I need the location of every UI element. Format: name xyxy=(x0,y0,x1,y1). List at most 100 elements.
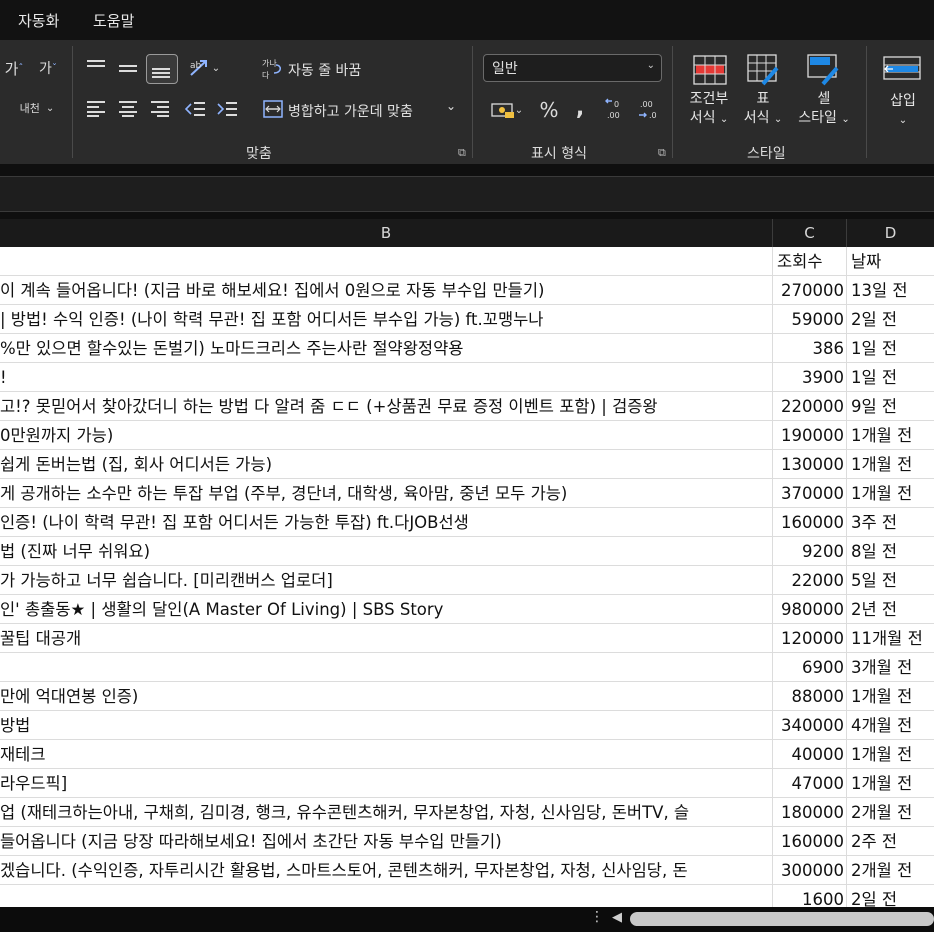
cell-b[interactable]: 가 가능하고 너무 쉽습니다. [미리캔버스 업로더] xyxy=(0,566,773,595)
cell-d[interactable]: 4개월 전 xyxy=(847,711,934,740)
cell-c[interactable]: 120000 xyxy=(773,624,847,653)
cell-b[interactable]: | 방법! 수익 인증! (나이 학력 무관! 집 포함 어디서든 부수입 가능… xyxy=(0,305,773,334)
menu-help[interactable]: 도움말 xyxy=(93,10,134,31)
formula-bar[interactable] xyxy=(0,176,934,212)
cell-d[interactable]: 1개월 전 xyxy=(847,682,934,711)
cell-b[interactable]: 방법 xyxy=(0,711,773,740)
cell-c[interactable]: 3900 xyxy=(773,363,847,392)
cell-b[interactable]: 고!? 못믿어서 찾아갔더니 하는 방법 다 알려 줌 ㄷㄷ (+상품권 무료 … xyxy=(0,392,773,421)
increase-decimal-icon[interactable]: 0.00 xyxy=(603,96,631,122)
cell-d[interactable]: 2개월 전 xyxy=(847,856,934,885)
orientation-icon[interactable]: ab ⌄ xyxy=(184,56,224,80)
cell-c[interactable]: 1600 xyxy=(773,885,847,907)
cell-b[interactable]: ! xyxy=(0,363,773,392)
cell-b[interactable]: 들어옵니다 (지금 당장 따라해보세요! 집에서 초간단 자동 부수입 만들기) xyxy=(0,827,773,856)
decrease-decimal-icon[interactable]: .00.0 xyxy=(635,96,663,122)
font-shrink-button[interactable]: 가ˇ xyxy=(36,58,60,78)
cell-c[interactable]: 9200 xyxy=(773,537,847,566)
cell-c[interactable]: 300000 xyxy=(773,856,847,885)
cell-d[interactable]: 3개월 전 xyxy=(847,653,934,682)
cell-b[interactable]: 업 (재테크하는아내, 구채희, 김미경, 행크, 유수콘텐츠해커, 무자본창업… xyxy=(0,798,773,827)
accounting-format-icon[interactable]: ⌄ xyxy=(486,98,528,122)
cell-b[interactable]: 이 계속 들어옵니다! (지금 바로 해보세요! 집에서 0원으로 자동 부수입… xyxy=(0,276,773,305)
cell-styles-button[interactable]: 셀 스타일 ⌄ xyxy=(793,90,855,129)
align-top-icon[interactable] xyxy=(85,56,107,78)
cell-d[interactable]: 2년 전 xyxy=(847,595,934,624)
cell-d[interactable]: 8일 전 xyxy=(847,537,934,566)
cell-c[interactable]: 59000 xyxy=(773,305,847,334)
cell-d[interactable]: 1일 전 xyxy=(847,363,934,392)
scroll-left-icon[interactable]: ◀ xyxy=(612,910,622,925)
merge-center-button[interactable]: 병합하고 가운데 맞춤 xyxy=(288,101,413,121)
cell-c[interactable]: 180000 xyxy=(773,798,847,827)
cell-c[interactable]: 130000 xyxy=(773,450,847,479)
cell-b[interactable]: 꿀팁 대공개 xyxy=(0,624,773,653)
align-left-icon[interactable] xyxy=(85,98,107,120)
cell-c[interactable]: 6900 xyxy=(773,653,847,682)
cell-c[interactable]: 160000 xyxy=(773,508,847,537)
merge-dropdown-icon[interactable]: ⌄ xyxy=(446,99,456,113)
font-grow-button[interactable]: 가ˆ xyxy=(2,58,26,78)
cell-b[interactable]: %만 있으면 할수있는 돈벌기) 노마드크리스 주는사란 절약왕정약용 xyxy=(0,334,773,363)
ruby-button[interactable]: 내천 ⌄ xyxy=(14,96,60,120)
cell-b[interactable] xyxy=(0,247,773,276)
cell-d[interactable]: 9일 전 xyxy=(847,392,934,421)
cell-c[interactable]: 88000 xyxy=(773,682,847,711)
cell-d[interactable]: 1일 전 xyxy=(847,334,934,363)
more-options-icon[interactable]: ⋮ xyxy=(590,909,604,925)
cell-c[interactable]: 47000 xyxy=(773,769,847,798)
percent-style-button[interactable]: % xyxy=(536,98,562,122)
align-right-icon[interactable] xyxy=(149,98,171,120)
cell-d[interactable]: 2일 전 xyxy=(847,305,934,334)
cell-c[interactable]: 386 xyxy=(773,334,847,363)
cell-d[interactable]: 1개월 전 xyxy=(847,479,934,508)
cell-d[interactable]: 2주 전 xyxy=(847,827,934,856)
cell-c[interactable]: 340000 xyxy=(773,711,847,740)
cell-d[interactable]: 1개월 전 xyxy=(847,769,934,798)
cell-c[interactable]: 160000 xyxy=(773,827,847,856)
cell-b[interactable]: 법 (진짜 너무 쉬워요) xyxy=(0,537,773,566)
insert-cells-button[interactable]: 삽입 ⌄ xyxy=(880,92,926,130)
cell-b[interactable]: 게 공개하는 소수만 하는 투잡 부업 (주부, 경단녀, 대학생, 육아맘, … xyxy=(0,479,773,508)
comma-style-button[interactable]: , xyxy=(570,96,590,121)
cell-d[interactable]: 5일 전 xyxy=(847,566,934,595)
wrap-text-button[interactable]: 자동 줄 바꿈 xyxy=(288,60,361,80)
cell-d[interactable]: 13일 전 xyxy=(847,276,934,305)
cell-b[interactable]: 인' 총출동★ | 생활의 달인(A Master Of Living) | S… xyxy=(0,595,773,624)
cell-b[interactable]: 만에 억대연봉 인증) xyxy=(0,682,773,711)
cell-c[interactable]: 270000 xyxy=(773,276,847,305)
cell-b[interactable] xyxy=(0,885,773,907)
menu-automate[interactable]: 자동화 xyxy=(18,10,59,31)
column-header-d[interactable]: D xyxy=(847,219,934,247)
cell-b[interactable]: 라우드픽] xyxy=(0,769,773,798)
cell-c[interactable]: 190000 xyxy=(773,421,847,450)
cell-d[interactable]: 1개월 전 xyxy=(847,450,934,479)
cell-d[interactable]: 3주 전 xyxy=(847,508,934,537)
number-format-select[interactable]: 일반 ⌄ xyxy=(483,54,662,82)
alignment-dialog-launcher-icon[interactable]: ⧉ xyxy=(458,146,466,160)
cell-b[interactable] xyxy=(0,653,773,682)
format-as-table-button[interactable]: 표 서식 ⌄ xyxy=(740,90,786,129)
cell-b[interactable]: 재테크 xyxy=(0,740,773,769)
decrease-indent-icon[interactable] xyxy=(184,98,206,120)
cell-b[interactable]: 0만원까지 가능) xyxy=(0,421,773,450)
number-dialog-launcher-icon[interactable]: ⧉ xyxy=(658,146,666,160)
cell-c[interactable]: 370000 xyxy=(773,479,847,508)
cell-b[interactable]: 인증! (나이 학력 무관! 집 포함 어디서든 가능한 투잡) ft.다JOB… xyxy=(0,508,773,537)
cell-d[interactable]: 1개월 전 xyxy=(847,740,934,769)
align-center-icon[interactable] xyxy=(117,98,139,120)
cell-c[interactable]: 980000 xyxy=(773,595,847,624)
cell-c[interactable]: 40000 xyxy=(773,740,847,769)
align-middle-icon[interactable] xyxy=(117,58,139,80)
cell-d[interactable]: 2개월 전 xyxy=(847,798,934,827)
horizontal-scrollbar-thumb[interactable] xyxy=(630,912,934,926)
cell-d[interactable]: 1개월 전 xyxy=(847,421,934,450)
cell-c[interactable]: 조회수 xyxy=(773,247,847,276)
cell-d[interactable]: 11개월 전 xyxy=(847,624,934,653)
cell-d[interactable]: 2일 전 xyxy=(847,885,934,907)
cell-b[interactable]: 겠습니다. (수익인증, 자투리시간 활용법, 스마트스토어, 콘텐츠해커, 무… xyxy=(0,856,773,885)
conditional-format-button[interactable]: 조건부 서식 ⌄ xyxy=(684,90,734,129)
cell-d[interactable]: 날짜 xyxy=(847,247,934,276)
cell-c[interactable]: 220000 xyxy=(773,392,847,421)
increase-indent-icon[interactable] xyxy=(216,98,238,120)
